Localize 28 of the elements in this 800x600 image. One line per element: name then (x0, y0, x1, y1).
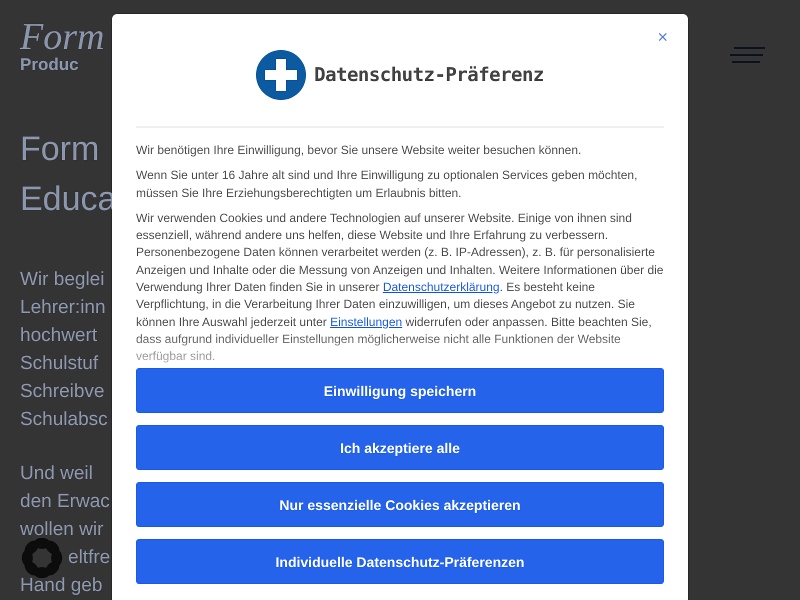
close-button[interactable]: × (653, 28, 672, 46)
paragraph-line: Und weil (20, 463, 93, 485)
consent-button[interactable]: Einwilligung speichern (136, 368, 664, 413)
paragraph-line: hochwert (20, 325, 98, 347)
paragraph-line: eltfre (68, 547, 110, 569)
dialog-paragraph: Wir verwenden Cookies und andere Technologien auf unserer Website. Einige von ihnen sind essenziell, während andere uns helfen, diese Website und Ihre Erfahrung zu verbessern. Personenbezogene Daten können verarbeitet werden (z. B. IP-Adressen), z. B. für personalisierte Anzeigen und Inhalte oder die Messung von Anzeigen und Inhalten. Weitere Informationen über die Verwendung Ihrer Daten finden Sie in unserer Datenschutzerklärung. Es besteht keine Verpflichtung, in die Verarbeitung Ihrer Daten einzuwilligen, um dieses Angebot zu nutzen. Sie können Ihre Auswahl jederzeit unter Einstellungen widerrufen oder anpassen. Bitte beachten Sie, dass aufgrund individueller Einstellungen möglicherweise nicht alle Funktionen der Website verfügbar sind. (136, 210, 664, 366)
consent-button[interactable]: Ich akzeptiere alle (136, 425, 664, 470)
menu-icon[interactable] (730, 46, 766, 64)
logo-text: Produc (20, 56, 79, 74)
headline: Educa (20, 179, 116, 220)
consent-button[interactable]: Nur essenzielle Cookies akzeptieren (136, 482, 664, 527)
dialog-paragraph: Wir benötigen Ihre Einwilligung, bevor Sie unsere Website weiter besuchen können. (136, 142, 582, 159)
paragraph-line: wollen wir (20, 519, 104, 541)
headline: Form (20, 129, 100, 170)
plus-icon (256, 50, 306, 100)
text-link[interactable]: Einstellungen (330, 314, 402, 329)
consent-button[interactable]: Individuelle Datenschutz-Präferenzen (136, 539, 664, 584)
paragraph-line: den Erwac (20, 491, 110, 513)
paragraph-line: Lehrer:inn (20, 297, 106, 319)
text-link[interactable]: Datenschutzerklärung (382, 280, 500, 294)
paragraph-line: Schreibve (20, 381, 104, 403)
dialog-title: Datenschutz-Präferenz (314, 64, 544, 86)
paragraph-line: Wir beglei (20, 269, 104, 291)
paragraph-line: Hand geb (20, 575, 102, 597)
dialog-paragraph: Wenn Sie unter 16 Jahre alt sind und Ihre Einwilligung zu optionalen Services geben möchten, müssen Sie Ihre Erziehungsberechtigten um Erlaubnis bitten. (136, 167, 638, 202)
paragraph-line: Schulstuf (20, 353, 98, 375)
logo-text: Form (20, 18, 104, 56)
paragraph-line: Schulabsc (20, 409, 108, 431)
